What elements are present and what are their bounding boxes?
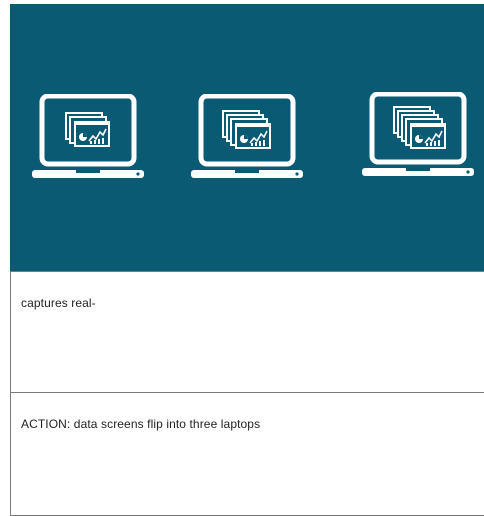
narration-box: captures real- [10, 271, 484, 393]
storyboard-frame: captures real- ACTION: data screens flip… [0, 4, 484, 516]
action-box: ACTION: data screens flip into three lap… [10, 392, 484, 516]
narration-text: captures real- [21, 296, 96, 310]
laptop-chart-icon [32, 94, 144, 186]
storyboard-image-panel [10, 4, 484, 271]
action-text: ACTION: data screens flip into three lap… [21, 417, 261, 431]
laptop-chart-icon [191, 94, 303, 186]
laptop-chart-icon [362, 92, 474, 184]
